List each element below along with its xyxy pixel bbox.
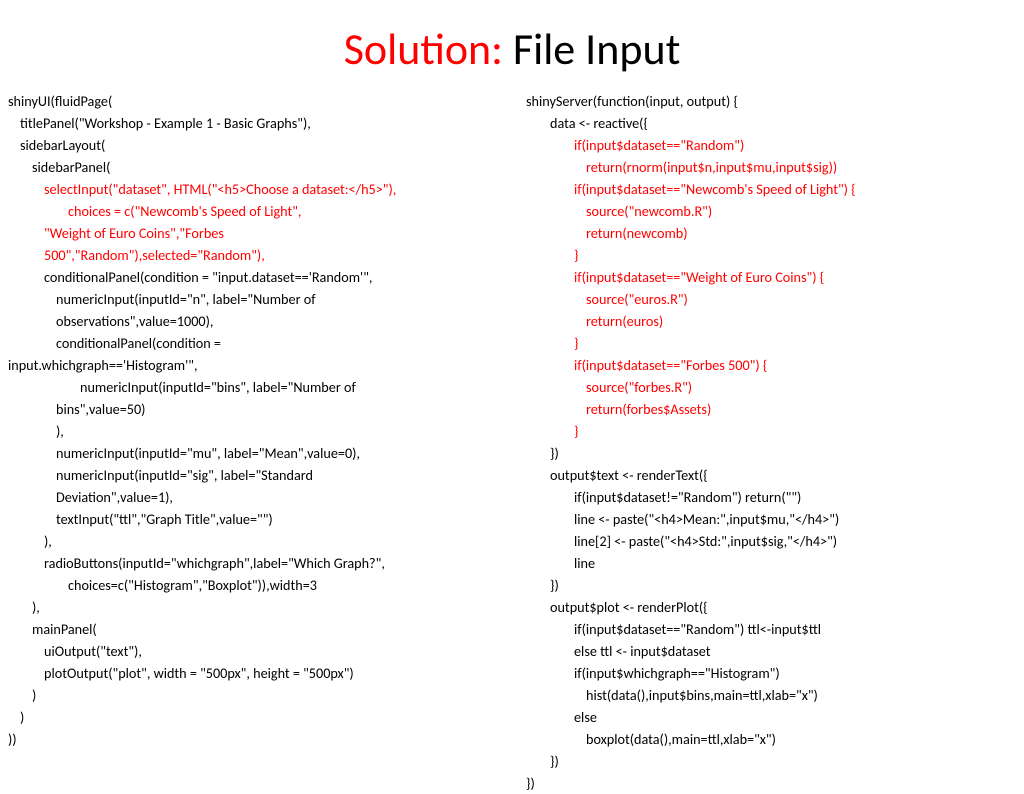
code-line: shinyServer(function(input, output) { [526,90,1018,112]
code-line: numericInput(inputId="n", label="Number … [8,288,498,310]
code-line: data <- reactive({ [526,112,1018,134]
code-line: return(forbes$Assets) [526,398,1018,420]
code-line: mainPanel( [8,618,498,640]
code-line: return(euros) [526,310,1018,332]
code-line: shinyUI(fluidPage( [8,90,498,112]
code-line: conditionalPanel(condition = [8,332,498,354]
code-line: }) [526,772,1018,794]
code-line: source("euros.R") [526,288,1018,310]
code-line: line <- paste("<h4>Mean:",input$mu,"</h4… [526,508,1018,530]
code-line: source("newcomb.R") [526,200,1018,222]
code-line: ), [8,420,498,442]
code-line: else ttl <- input$dataset [526,640,1018,662]
code-line: 500","Random"),selected="Random"), [8,244,498,266]
code-line: selectInput("dataset", HTML("<h5>Choose … [8,178,498,200]
code-line: if(input$dataset=="Forbes 500") { [526,354,1018,376]
code-line: output$text <- renderText({ [526,464,1018,486]
code-line: boxplot(data(),main=ttl,xlab="x") [526,728,1018,750]
code-line: source("forbes.R") [526,376,1018,398]
code-line: numericInput(inputId="mu", label="Mean",… [8,442,498,464]
code-line: }) [526,574,1018,596]
code-line: sidebarPanel( [8,156,498,178]
right-code-column: shinyServer(function(input, output) { da… [512,90,1018,794]
code-line: bins",value=50) [8,398,498,420]
code-line: choices=c("Histogram","Boxplot")),width=… [8,574,498,596]
code-line: line[2] <- paste("<h4>Std:",input$sig,"<… [526,530,1018,552]
code-line: input.whichgraph=='Histogram'", [8,354,498,376]
code-line: )) [8,728,498,750]
code-line: numericInput(inputId="bins", label="Numb… [8,376,498,398]
code-line: sidebarLayout( [8,134,498,156]
code-line: } [526,420,1018,442]
code-line: ), [8,596,498,618]
code-line: ) [8,684,498,706]
code-line: if(input$dataset=="Newcomb's Speed of Li… [526,178,1018,200]
code-line: plotOutput("plot", width = "500px", heig… [8,662,498,684]
code-line: if(input$dataset!="Random") return("") [526,486,1018,508]
code-line: if(input$whichgraph=="Histogram") [526,662,1018,684]
title-red: Solution: [344,22,503,76]
code-line: textInput("ttl","Graph Title",value="") [8,508,498,530]
code-line: numericInput(inputId="sig", label="Stand… [8,464,498,486]
code-line: conditionalPanel(condition = "input.data… [8,266,498,288]
code-line: Deviation",value=1), [8,486,498,508]
title-black: File Input [503,22,680,76]
code-line: if(input$dataset=="Weight of Euro Coins"… [526,266,1018,288]
code-line: choices = c("Newcomb's Speed of Light", [8,200,498,222]
code-line: return(rnorm(input$n,input$mu,input$sig)… [526,156,1018,178]
code-line: return(newcomb) [526,222,1018,244]
code-line: uiOutput("text"), [8,640,498,662]
code-line: if(input$dataset=="Random") ttl<-input$t… [526,618,1018,640]
code-line: }) [526,750,1018,772]
code-line: } [526,332,1018,354]
code-line: else [526,706,1018,728]
code-line: ), [8,530,498,552]
code-line: "Weight of Euro Coins","Forbes [8,222,498,244]
code-columns: shinyUI(fluidPage( titlePanel("Workshop … [0,90,1024,794]
code-line: output$plot <- renderPlot({ [526,596,1018,618]
slide-title: Solution: File Input [0,0,1024,90]
code-line: line [526,552,1018,574]
code-line: hist(data(),input$bins,main=ttl,xlab="x"… [526,684,1018,706]
code-line: radioButtons(inputId="whichgraph",label=… [8,552,498,574]
code-line: if(input$dataset=="Random") [526,134,1018,156]
code-line: ) [8,706,498,728]
code-line: titlePanel("Workshop - Example 1 - Basic… [8,112,498,134]
code-line: } [526,244,1018,266]
code-line: observations",value=1000), [8,310,498,332]
left-code-column: shinyUI(fluidPage( titlePanel("Workshop … [6,90,512,794]
code-line: }) [526,442,1018,464]
